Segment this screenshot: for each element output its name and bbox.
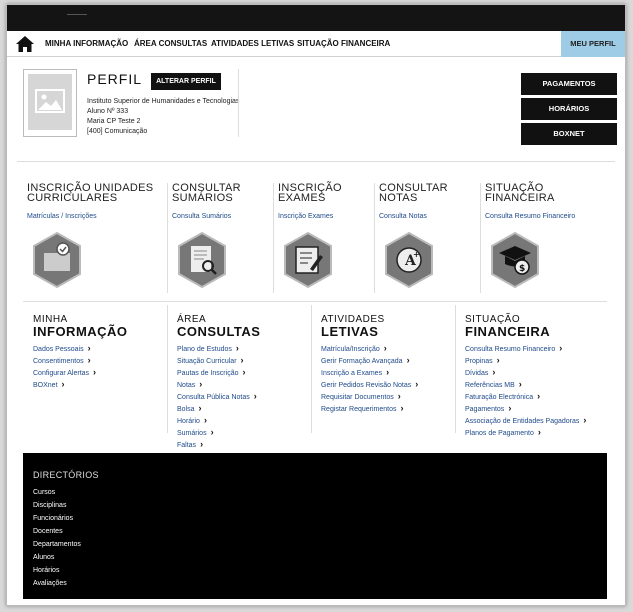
list-item[interactable]: Pautas de Inscrição [177, 367, 260, 379]
institution-text: Instituto Superior de Humanidades e Tecn… [87, 98, 240, 105]
tile-consultar-sumarios[interactable]: CONSULTAR SUMÁRIOS Consulta Sumários [172, 183, 241, 293]
tile-inscricao-exames[interactable]: INSCRIÇÃO EXAMES Inscrição Exames [278, 183, 342, 293]
list-item[interactable]: Requisitar Documentos [321, 391, 418, 403]
nav-atividades-letivas[interactable]: ATIVIDADES LETIVAS [211, 39, 294, 48]
tile-link[interactable]: Matrículas / Inscrições [27, 213, 153, 220]
list-item[interactable]: Configurar Alertas [33, 367, 128, 379]
grade-badge-icon[interactable]: A + [383, 231, 435, 289]
footer-link[interactable]: Docentes [33, 528, 63, 535]
list-item[interactable]: Dívidas [465, 367, 586, 379]
column-area-consultas: ÁREA CONSULTAS Plano de Estudos Situação… [177, 315, 260, 451]
image-placeholder-icon [35, 89, 65, 113]
nav-situacao-financeira[interactable]: SITUAÇÃO FINANCEIRA [297, 39, 390, 48]
list-item[interactable]: Inscrição a Exames [321, 367, 418, 379]
top-header-bar [7, 5, 625, 31]
list-item[interactable]: Planos de Pagamento [465, 427, 586, 439]
student-course: [400] Comunicação [87, 128, 148, 135]
footer-link[interactable]: Horários [33, 567, 59, 574]
list-item[interactable]: Pagamentos [465, 403, 586, 415]
tile-link[interactable]: Consulta Sumários [172, 213, 241, 220]
svg-text:+: + [413, 250, 420, 259]
section-divider [17, 161, 615, 162]
list-item[interactable]: Gerir Pedidos Revisão Notas [321, 379, 418, 391]
tile-link[interactable]: Consulta Notas [379, 213, 448, 220]
exam-pencil-icon[interactable] [282, 231, 334, 289]
horarios-button[interactable]: HORÁRIOS [521, 98, 617, 120]
profile-card: PERFIL ALTERAR PERFIL Instituto Superior… [23, 69, 239, 137]
footer-title: DIRECTÓRIOS [33, 470, 99, 480]
nav-area-consultas[interactable]: ÁREA CONSULTAS [134, 39, 207, 48]
section-divider [23, 301, 607, 302]
list-item[interactable]: Faltas [177, 439, 260, 451]
main-navigation: MINHA INFORMAÇÃO ÁREA CONSULTAS ATIVIDAD… [7, 31, 625, 57]
list-item[interactable]: Plano de Estudos [177, 343, 260, 355]
column-minha-informacao: MINHA INFORMAÇÃO Dados Pessoais Consenti… [33, 315, 128, 391]
column-situacao-financeira: SITUAÇÃO FINANCEIRA Consulta Resumo Fina… [465, 315, 586, 439]
list-item[interactable]: Consulta Resumo Financeiro [465, 343, 586, 355]
home-icon[interactable] [15, 35, 35, 53]
list-item[interactable]: BOXnet [33, 379, 128, 391]
list-item[interactable]: Horário [177, 415, 260, 427]
browser-frame: MINHA INFORMAÇÃO ÁREA CONSULTAS ATIVIDAD… [6, 4, 626, 606]
footer-link[interactable]: Avaliações [33, 580, 67, 587]
list-item[interactable]: Propinas [465, 355, 586, 367]
list-item[interactable]: Situação Curricular [177, 355, 260, 367]
pagamentos-button[interactable]: PAGAMENTOS [521, 73, 617, 95]
directorios-footer: DIRECTÓRIOS Cursos Disciplinas Funcionár… [23, 453, 607, 599]
certificate-check-icon[interactable] [31, 231, 83, 289]
student-number: Aluno Nº 333 [87, 108, 129, 115]
nav-minha-informacao[interactable]: MINHA INFORMAÇÃO [45, 39, 128, 48]
profile-divider [238, 69, 239, 137]
student-name: Maria CP Teste 2 [87, 118, 141, 125]
list-item[interactable]: Faturação Electrónica [465, 391, 586, 403]
footer-link[interactable]: Funcionários [33, 515, 73, 522]
document-search-icon[interactable] [176, 231, 228, 289]
footer-link[interactable]: Cursos [33, 489, 55, 496]
logo-fragment [67, 9, 87, 15]
column-atividades-letivas: ATIVIDADES LETIVAS Matrícula/Inscrição G… [321, 315, 418, 415]
svg-text:$: $ [519, 264, 525, 274]
avatar [23, 69, 77, 137]
list-item[interactable]: Associação de Entidades Pagadoras [465, 415, 586, 427]
footer-link[interactable]: Departamentos [33, 541, 81, 548]
list-item[interactable]: Bolsa [177, 403, 260, 415]
alterar-perfil-button[interactable]: ALTERAR PERFIL [151, 73, 221, 90]
list-item[interactable]: Consulta Pública Notas [177, 391, 260, 403]
list-item[interactable]: Gerir Formação Avançada [321, 355, 418, 367]
profile-info: Instituto Superior de Humanidades e Tecn… [87, 97, 239, 137]
tile-situacao-financeira[interactable]: SITUAÇÃO FINANCEIRA Consulta Resumo Fina… [485, 183, 575, 293]
footer-link[interactable]: Alunos [33, 554, 54, 561]
footer-link[interactable]: Disciplinas [33, 502, 66, 509]
tile-inscricao-unidades[interactable]: INSCRIÇÃO UNIDADES CURRICULARES Matrícul… [27, 183, 153, 293]
profile-title: PERFIL [87, 71, 143, 87]
tile-link[interactable]: Inscrição Exames [278, 213, 342, 220]
list-item[interactable]: Sumários [177, 427, 260, 439]
meu-perfil-button[interactable]: MEU PERFIL [561, 31, 625, 57]
tile-link[interactable]: Consulta Resumo Financeiro [485, 213, 575, 220]
tile-consultar-notas[interactable]: CONSULTAR NOTAS Consulta Notas A + [379, 183, 448, 293]
graduation-money-icon[interactable]: $ [489, 231, 541, 289]
list-item[interactable]: Consentimentos [33, 355, 128, 367]
list-item[interactable]: Registar Requerimentos [321, 403, 418, 415]
list-item[interactable]: Matrícula/Inscrição [321, 343, 418, 355]
list-item[interactable]: Referências MB [465, 379, 586, 391]
list-item[interactable]: Dados Pessoais [33, 343, 128, 355]
boxnet-button[interactable]: BOXNET [521, 123, 617, 145]
list-item[interactable]: Notas [177, 379, 260, 391]
